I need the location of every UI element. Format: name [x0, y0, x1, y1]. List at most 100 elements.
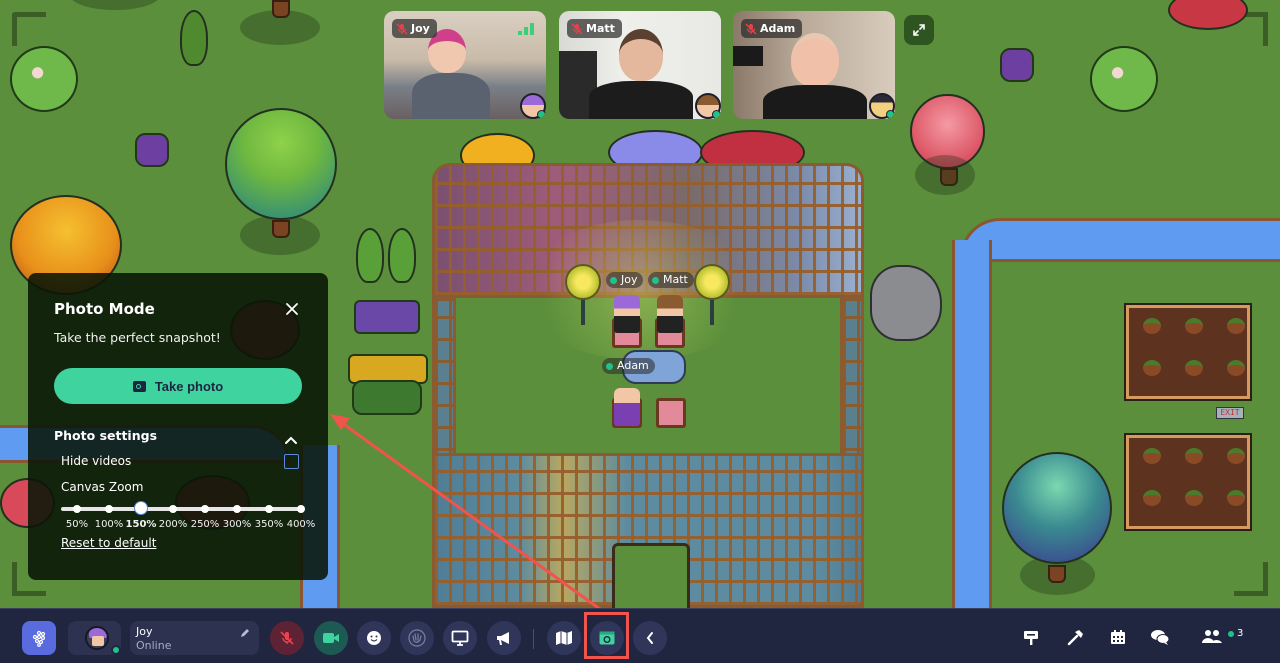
user-status: Online: [136, 639, 172, 652]
pencil-icon: [241, 629, 249, 637]
close-icon: [286, 303, 298, 315]
hide-videos-label: Hide videos: [61, 454, 132, 468]
online-status-dot: [606, 362, 613, 370]
slider-stop[interactable]: [105, 505, 113, 513]
map-button[interactable]: [547, 621, 581, 655]
lavender-bush: [135, 133, 169, 167]
video-name: Joy: [411, 22, 430, 35]
video-tile-matt[interactable]: Matt: [559, 11, 721, 119]
calendar-icon: [1111, 630, 1125, 644]
canvas-zoom-label: Canvas Zoom: [61, 480, 144, 494]
lavender-bush: [1000, 48, 1034, 82]
canvas-zoom-slider[interactable]: [61, 501, 305, 515]
gather-town-screen: EXIT Joy Matt Adam Joy Matt Adam Photo M…: [0, 0, 1280, 663]
exit-sign: EXIT: [1216, 407, 1244, 419]
slider-stop[interactable]: [265, 505, 273, 513]
participants-button[interactable]: [1200, 627, 1224, 647]
video-tile-joy[interactable]: Joy: [384, 11, 546, 119]
slider-stop[interactable]: [297, 505, 305, 513]
online-status-dot: [537, 110, 546, 119]
video-name: Matt: [586, 22, 615, 35]
player-name: Matt: [663, 273, 688, 286]
nameplate-adam: Adam: [602, 358, 655, 374]
wave-hand-icon: [408, 629, 426, 647]
zoom-tick-label: 250%: [190, 519, 220, 530]
tree-shadow: [70, 0, 160, 10]
video-name: Adam: [760, 22, 796, 35]
greenhouse-entrance: [612, 543, 690, 608]
build-button[interactable]: [1066, 627, 1086, 647]
signpost-button[interactable]: [1021, 627, 1041, 647]
lavender-planter: [354, 300, 420, 334]
announce-button[interactable]: [487, 621, 521, 655]
chat-button[interactable]: [1150, 627, 1170, 647]
user-avatar: [520, 93, 546, 119]
avatar-joy[interactable]: [614, 295, 640, 333]
photo-mode-button[interactable]: [590, 621, 624, 655]
camera-window-icon: [599, 631, 615, 645]
cypress-tree: [388, 228, 416, 283]
slider-stop[interactable]: [201, 505, 209, 513]
user-avatar: [85, 626, 109, 650]
main-menu-button[interactable]: [22, 621, 56, 655]
slider-thumb[interactable]: [134, 501, 148, 515]
boulder: [870, 265, 942, 341]
calendar-button[interactable]: [1108, 627, 1128, 647]
wave-button[interactable]: [400, 621, 434, 655]
collapse-settings-button[interactable]: [284, 430, 298, 444]
zoom-tick-label: 150%: [125, 519, 157, 530]
microphone-toggle-button[interactable]: [270, 621, 304, 655]
smiley-icon: [367, 631, 381, 645]
cypress-tree: [356, 228, 384, 283]
tree-shadow: [915, 155, 975, 195]
nameplate-matt: Matt: [648, 272, 694, 288]
avatar-adam[interactable]: [614, 388, 640, 426]
green-tree: [225, 108, 337, 220]
collapse-toolbar-button[interactable]: [633, 621, 667, 655]
people-icon: [1202, 630, 1222, 643]
zoom-tick-label: 300%: [222, 519, 252, 530]
hide-videos-checkbox[interactable]: [284, 454, 299, 469]
slider-stop[interactable]: [233, 505, 241, 513]
user-status-button[interactable]: Joy Online: [130, 621, 259, 655]
river-right-vertical: [952, 240, 992, 608]
reset-to-default-link[interactable]: Reset to default: [61, 536, 156, 550]
online-status-dot: [712, 110, 721, 119]
signal-strength-icon: [518, 23, 534, 35]
slider-stop[interactable]: [169, 505, 177, 513]
zoom-tick-label: 50%: [65, 519, 89, 530]
user-avatar: [695, 93, 721, 119]
tree-trunk: [1048, 565, 1066, 583]
video-label: Adam: [741, 19, 803, 38]
close-button[interactable]: [283, 300, 301, 318]
online-status-dot: [1228, 630, 1234, 637]
lamp: [694, 264, 730, 300]
take-photo-label: Take photo: [154, 378, 224, 394]
player-name: Adam: [617, 359, 649, 372]
zoom-tick-label: 350%: [254, 519, 284, 530]
zoom-tick-label: 200%: [158, 519, 188, 530]
participant-count-value: 3: [1237, 628, 1244, 639]
teal-tree: [1002, 452, 1112, 564]
video-tile-adam[interactable]: Adam: [733, 11, 895, 119]
chevron-up-icon: [285, 436, 297, 444]
zoom-tick-label: 400%: [286, 519, 316, 530]
user-name: Joy: [136, 625, 153, 638]
avatar-matt[interactable]: [657, 295, 683, 333]
emote-button[interactable]: [357, 621, 391, 655]
expand-videos-button[interactable]: [904, 15, 934, 45]
video-label: Joy: [392, 19, 437, 38]
monitor-icon: [451, 630, 469, 646]
tree-trunk: [272, 0, 290, 18]
avatar-button[interactable]: [68, 621, 121, 655]
signpost-icon: [1024, 631, 1038, 645]
take-photo-button[interactable]: Take photo: [54, 368, 302, 404]
photo-mode-panel: Photo Mode Take the perfect snapshot! Ta…: [28, 273, 328, 580]
screen-share-button[interactable]: [443, 621, 477, 655]
viewport-corner-bottom-right: [1234, 562, 1268, 596]
video-label: Matt: [567, 19, 622, 38]
slider-stop[interactable]: [73, 505, 81, 513]
camera-toggle-button[interactable]: [314, 621, 348, 655]
mic-off-icon: [745, 23, 757, 35]
mic-off-icon: [571, 23, 583, 35]
